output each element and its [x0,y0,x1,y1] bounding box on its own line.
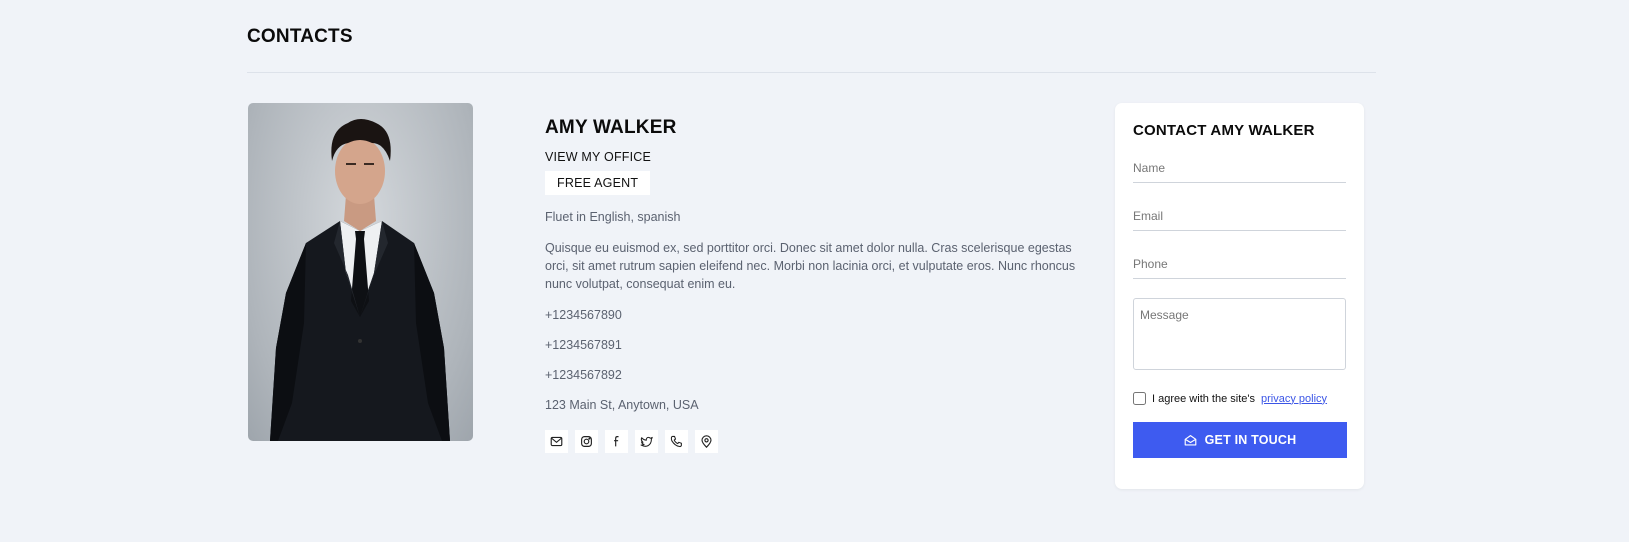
agent-phone-1: +1234567890 [545,308,622,322]
name-field[interactable] [1133,161,1346,183]
phone-field[interactable] [1133,257,1346,279]
agree-row: I agree with the site's privacy policy [1133,392,1346,405]
agent-address: 123 Main St, Anytown, USA [545,398,699,412]
instagram-icon[interactable] [575,430,598,453]
contact-form-card: CONTACT AMY WALKER I agree with the site… [1115,103,1364,489]
envelope-open-icon [1184,434,1196,446]
agent-phone-3: +1234567892 [545,368,622,382]
agent-languages: Fluet in English, spanish [545,210,681,224]
view-office-link[interactable]: VIEW MY OFFICE [545,150,1085,164]
email-field[interactable] [1133,209,1346,231]
message-field[interactable] [1133,298,1346,370]
status-badge: FREE AGENT [545,171,651,195]
get-in-touch-button[interactable]: GET IN TOUCH [1133,422,1347,458]
agent-phone-2: +1234567891 [545,338,622,352]
social-links [545,430,1085,453]
divider [247,72,1376,73]
agent-bio: Quisque eu euismod ex, sed porttitor orc… [545,241,1076,291]
agree-checkbox[interactable] [1133,392,1146,405]
phone-icon[interactable] [665,430,688,453]
twitter-icon[interactable] [635,430,658,453]
agent-name: AMY WALKER [545,117,677,138]
agree-text: I agree with the site's [1152,392,1255,405]
privacy-policy-link[interactable]: privacy policy [1261,393,1327,405]
get-in-touch-label: GET IN TOUCH [1204,433,1297,447]
page-title: CONTACTS [247,26,353,47]
facebook-icon[interactable] [605,430,628,453]
contact-form-title: CONTACT AMY WALKER [1133,122,1315,139]
mail-icon[interactable] [545,430,568,453]
location-icon[interactable] [695,430,718,453]
agent-photo [248,103,473,441]
agent-info: AMY WALKER VIEW MY OFFICE FREE AGENT Flu… [545,117,1085,453]
